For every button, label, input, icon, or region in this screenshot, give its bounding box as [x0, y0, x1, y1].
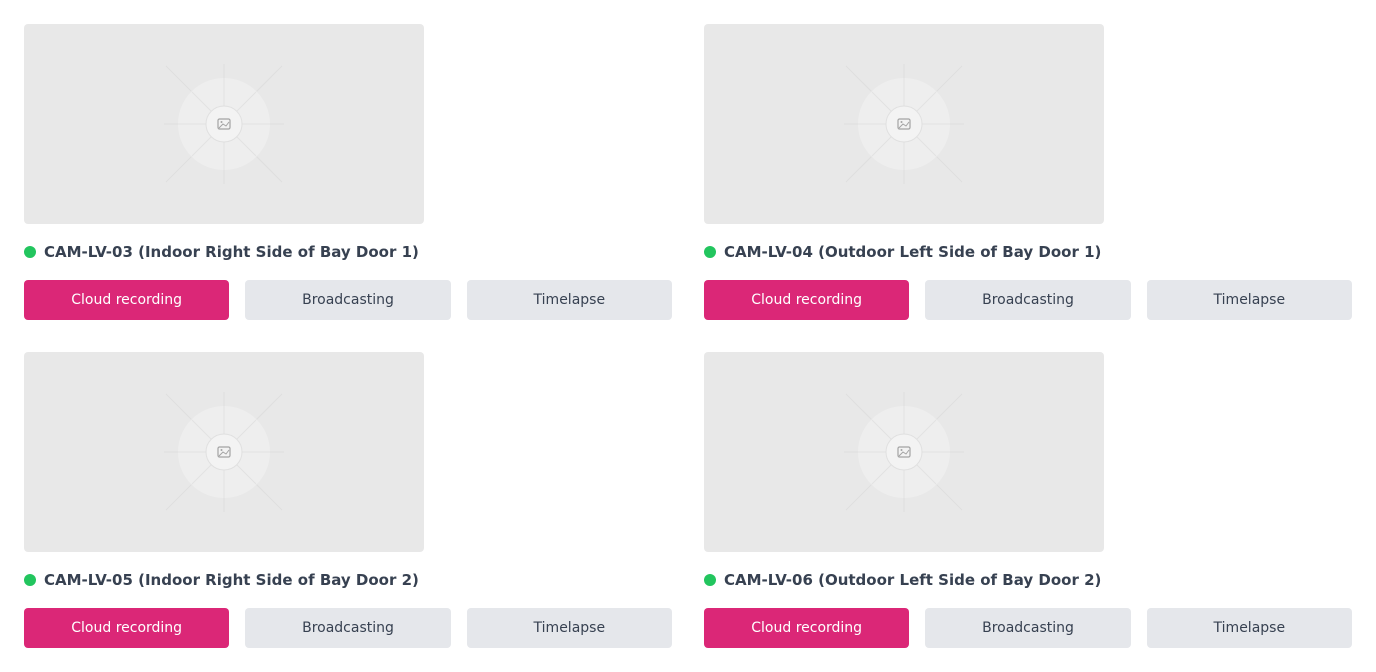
camera-thumbnail[interactable] [704, 352, 1104, 552]
timelapse-button[interactable]: Timelapse [1146, 280, 1352, 320]
camera-thumbnail[interactable] [24, 24, 424, 224]
online-status-dot [24, 574, 36, 586]
camera-thumbnail[interactable] [24, 352, 424, 552]
camera-title-row: CAM-LV-05 (Indoor Right Side of Bay Door… [24, 568, 419, 592]
camera-title: CAM-LV-03 (Indoor Right Side of Bay Door… [44, 243, 419, 261]
camera-card: CAM-LV-03 (Indoor Right Side of Bay Door… [24, 24, 672, 320]
camera-title: CAM-LV-05 (Indoor Right Side of Bay Door… [44, 571, 419, 589]
timelapse-button[interactable]: Timelapse [1146, 608, 1352, 648]
online-status-dot [704, 246, 716, 258]
online-status-dot [704, 574, 716, 586]
image-placeholder-icon [844, 64, 964, 184]
camera-actions: Cloud recording Broadcasting Timelapse [24, 608, 672, 648]
cloud-recording-button[interactable]: Cloud recording [24, 608, 230, 648]
cloud-recording-button[interactable]: Cloud recording [704, 280, 910, 320]
camera-card: CAM-LV-06 (Outdoor Left Side of Bay Door… [704, 352, 1352, 648]
camera-title-row: CAM-LV-06 (Outdoor Left Side of Bay Door… [704, 568, 1101, 592]
camera-actions: Cloud recording Broadcasting Timelapse [24, 280, 672, 320]
broadcasting-button[interactable]: Broadcasting [925, 280, 1131, 320]
camera-title: CAM-LV-06 (Outdoor Left Side of Bay Door… [724, 571, 1102, 589]
image-placeholder-icon [844, 392, 964, 512]
camera-title-row: CAM-LV-04 (Outdoor Left Side of Bay Door… [704, 240, 1101, 264]
cloud-recording-button[interactable]: Cloud recording [704, 608, 910, 648]
broadcasting-button[interactable]: Broadcasting [925, 608, 1131, 648]
cloud-recording-button[interactable]: Cloud recording [24, 280, 230, 320]
camera-actions: Cloud recording Broadcasting Timelapse [704, 280, 1352, 320]
timelapse-button[interactable]: Timelapse [466, 608, 672, 648]
image-placeholder-icon [164, 64, 284, 184]
camera-actions: Cloud recording Broadcasting Timelapse [704, 608, 1352, 648]
camera-title: CAM-LV-04 (Outdoor Left Side of Bay Door… [724, 243, 1102, 261]
timelapse-button[interactable]: Timelapse [466, 280, 672, 320]
broadcasting-button[interactable]: Broadcasting [245, 608, 451, 648]
camera-thumbnail[interactable] [704, 24, 1104, 224]
image-placeholder-icon [164, 392, 284, 512]
online-status-dot [24, 246, 36, 258]
broadcasting-button[interactable]: Broadcasting [245, 280, 451, 320]
camera-card: CAM-LV-04 (Outdoor Left Side of Bay Door… [704, 24, 1352, 320]
camera-grid: CAM-LV-03 (Indoor Right Side of Bay Door… [0, 0, 1376, 672]
camera-title-row: CAM-LV-03 (Indoor Right Side of Bay Door… [24, 240, 419, 264]
camera-card: CAM-LV-05 (Indoor Right Side of Bay Door… [24, 352, 672, 648]
